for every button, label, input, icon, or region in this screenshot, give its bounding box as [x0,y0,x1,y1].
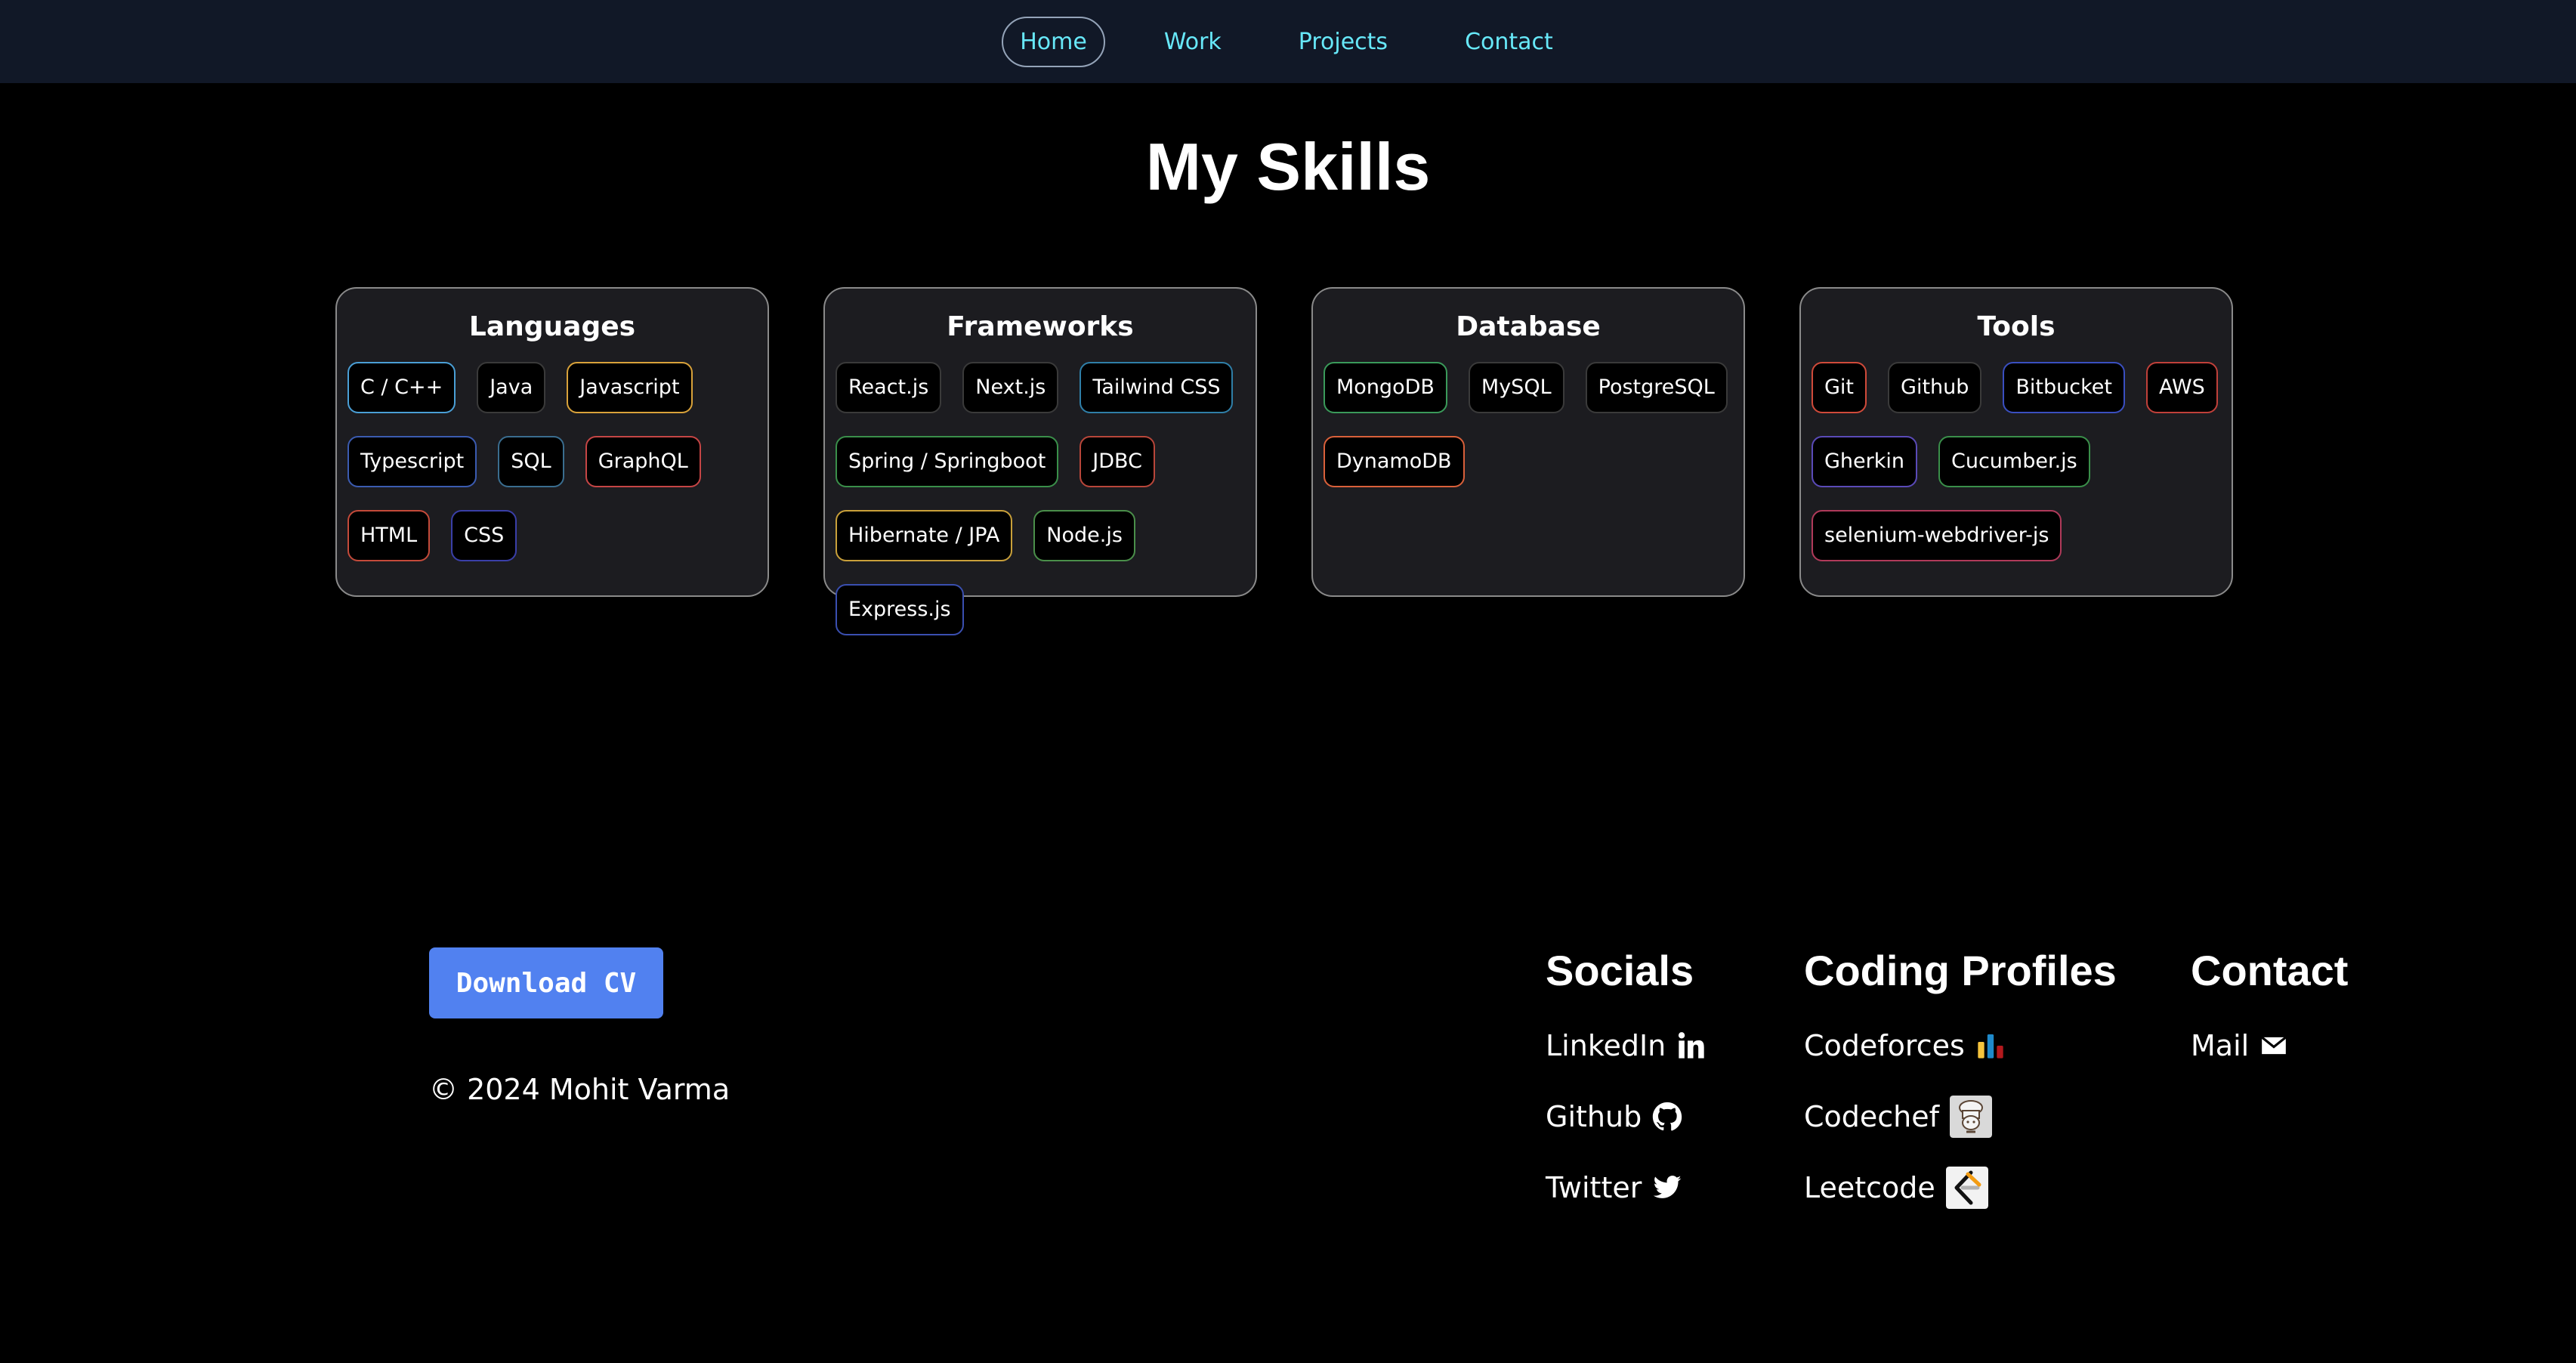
skill-chip: Bitbucket [2003,362,2125,413]
skill-chip: React.js [836,362,942,413]
skill-chip: AWS [2145,362,2218,413]
nav-projects[interactable]: Projects [1280,17,1406,67]
nav-links: Home Work Projects Contact [1002,16,1571,67]
skill-chip: PostgreSQL [1585,362,1728,413]
skill-chip: Java [477,362,546,413]
skill-card-languages: Languages C / C++ Java Javascript Typescrip… [335,287,769,597]
nav-work[interactable]: Work [1146,17,1240,67]
chip-list: C / C++ Java Javascript Typescript SQL GraphQ… [347,362,757,561]
skill-chip: Express.js [836,584,964,635]
leetcode-link[interactable]: Leetcode [1804,1167,2117,1209]
skill-chip: JDBC [1080,436,1155,487]
skills-grid: Languages C / C++ Java Javascript Typescrip… [335,287,2233,635]
github-label: Github [1546,1100,1642,1133]
github-link[interactable]: Github [1546,1096,1707,1137]
codeforces-label: Codeforces [1804,1029,1965,1062]
card-title: Database [1456,311,1601,342]
github-icon [1653,1102,1682,1131]
socials-column: Socials LinkedIn Github Twitter [1546,946,1707,1238]
skill-chip: Typescript [347,436,477,487]
page-title: My Skills [1145,129,1431,204]
download-cv-button[interactable]: Download CV [429,947,663,1018]
skill-card-frameworks: Frameworks React.js Next.js Tailwind CSS Sp… [823,287,1257,635]
mail-icon [2261,1036,2287,1055]
card-title: Tools [1977,311,2056,342]
card-title: Frameworks [947,311,1134,342]
coding-profiles-column: Coding Profiles Codeforces Codechef Leet… [1804,946,2117,1238]
skill-chip: GraphQL [585,436,701,487]
linkedin-label: LinkedIn [1546,1029,1666,1062]
skill-chip: Tailwind CSS [1080,362,1234,413]
skill-chip: SQL [498,436,564,487]
mail-label: Mail [2191,1029,2250,1062]
contact-column: Contact Mail [2191,946,2348,1096]
nav-home[interactable]: Home [1002,16,1105,67]
codechef-icon [1950,1096,1993,1138]
skill-chip: Github [1888,362,1982,413]
card-title: Languages [468,311,636,342]
skill-chip: DynamoDB [1324,436,1465,487]
codechef-label: Codechef [1804,1100,1940,1133]
skill-chip: Git [1812,362,1867,413]
codeforces-link[interactable]: Codeforces [1804,1025,2117,1066]
nav-contact[interactable]: Contact [1447,17,1571,67]
skill-chip: MySQL [1468,362,1564,413]
coding-profiles-heading: Coding Profiles [1804,947,2117,994]
twitter-link[interactable]: Twitter [1546,1167,1707,1208]
contact-heading: Contact [2191,947,2349,994]
codechef-link[interactable]: Codechef [1804,1096,2117,1138]
skill-chip: selenium-webdriver-js [1812,510,2062,561]
chip-list: React.js Next.js Tailwind CSS Spring / Spri… [836,362,1245,635]
skill-chip: Node.js [1033,510,1135,561]
skill-chip: MongoDB [1324,362,1447,413]
copyright-text: © 2024 Mohit Varma [429,1073,730,1106]
skill-chip: Hibernate / JPA [836,510,1013,561]
skill-card-tools: Tools Git Github Bitbucket AWS Gherkin Cucumb… [1799,287,2233,597]
skill-chip: Next.js [962,362,1059,413]
skill-chip: CSS [451,510,517,561]
linkedin-link[interactable]: LinkedIn [1546,1025,1707,1066]
chip-list: Git Github Bitbucket AWS Gherkin Cucumber.js s… [1812,362,2221,561]
chip-list: MongoDB MySQL PostgreSQL DynamoDB [1324,362,1733,487]
top-navbar: Home Work Projects Contact [0,0,2576,83]
leetcode-icon [1945,1167,1988,1209]
skill-chip: Javascript [567,362,693,413]
twitter-icon [1654,1176,1682,1198]
socials-heading: Socials [1546,947,1694,994]
codeforces-icon [1978,1034,2003,1059]
skill-chip: C / C++ [347,362,456,413]
leetcode-label: Leetcode [1804,1171,1935,1204]
twitter-label: Twitter [1546,1171,1642,1204]
skill-chip: Cucumber.js [1938,436,2090,487]
linkedin-icon [1679,1032,1704,1059]
mail-link[interactable]: Mail [2191,1025,2348,1066]
skill-chip: Gherkin [1812,436,1917,487]
skill-card-database: Database MongoDB MySQL PostgreSQL DynamoDB [1311,287,1745,597]
skill-chip: Spring / Springboot [836,436,1059,487]
skill-chip: HTML [347,510,431,561]
